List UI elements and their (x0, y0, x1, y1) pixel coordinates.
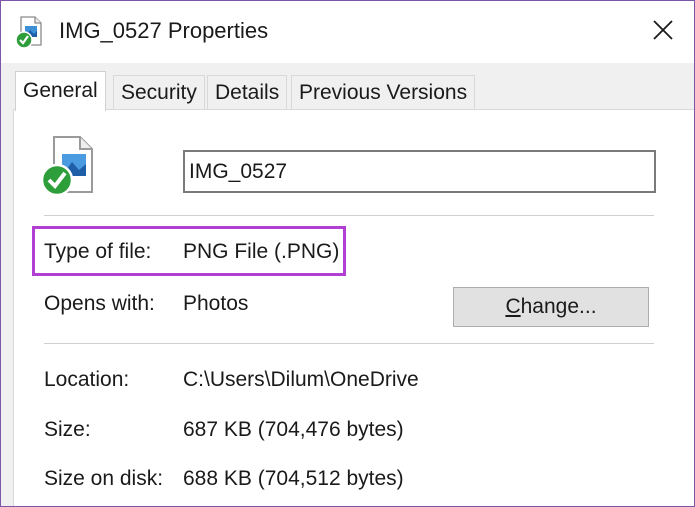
close-button[interactable] (632, 1, 694, 59)
png-file-sync-icon (40, 136, 93, 197)
tab-details[interactable]: Details (207, 75, 288, 109)
change-button-mnemonic: C (505, 295, 521, 318)
general-panel: Type of file: PNG File (.PNG) Opens with… (13, 109, 694, 506)
change-button[interactable]: Change... (453, 287, 649, 327)
tab-label: General (23, 79, 98, 102)
png-file-sync-icon (15, 16, 42, 49)
tab-security[interactable]: Security (113, 75, 205, 109)
file-name-input[interactable] (183, 150, 656, 193)
close-icon (653, 20, 673, 40)
tab-label: Previous Versions (299, 81, 468, 104)
title-bar: IMG_0527 Properties (1, 1, 694, 63)
size-on-disk-label: Size on disk: (44, 467, 164, 490)
tab-label: Details (215, 81, 280, 104)
opens-with-value: Photos (183, 292, 249, 315)
window-title: IMG_0527 Properties (59, 18, 269, 43)
location-label: Location: (44, 368, 130, 391)
dialog-body: General Security Details Previous Versio… (1, 63, 694, 506)
size-value: 687 KB (704,476 bytes) (183, 418, 404, 441)
tab-label: Security (121, 81, 197, 104)
divider (44, 343, 654, 344)
opens-with-label: Opens with: (44, 292, 155, 315)
change-button-label: hange... (520, 295, 597, 318)
tab-general[interactable]: General (15, 71, 106, 111)
highlight-annotation (32, 226, 346, 276)
properties-window: IMG_0527 Properties General Security Det… (0, 0, 695, 507)
tab-previous-versions[interactable]: Previous Versions (291, 75, 476, 109)
size-on-disk-value: 688 KB (704,512 bytes) (183, 467, 404, 490)
divider (44, 215, 654, 216)
size-label: Size: (44, 418, 91, 441)
location-value: C:\Users\Dilum\OneDrive (183, 368, 419, 391)
